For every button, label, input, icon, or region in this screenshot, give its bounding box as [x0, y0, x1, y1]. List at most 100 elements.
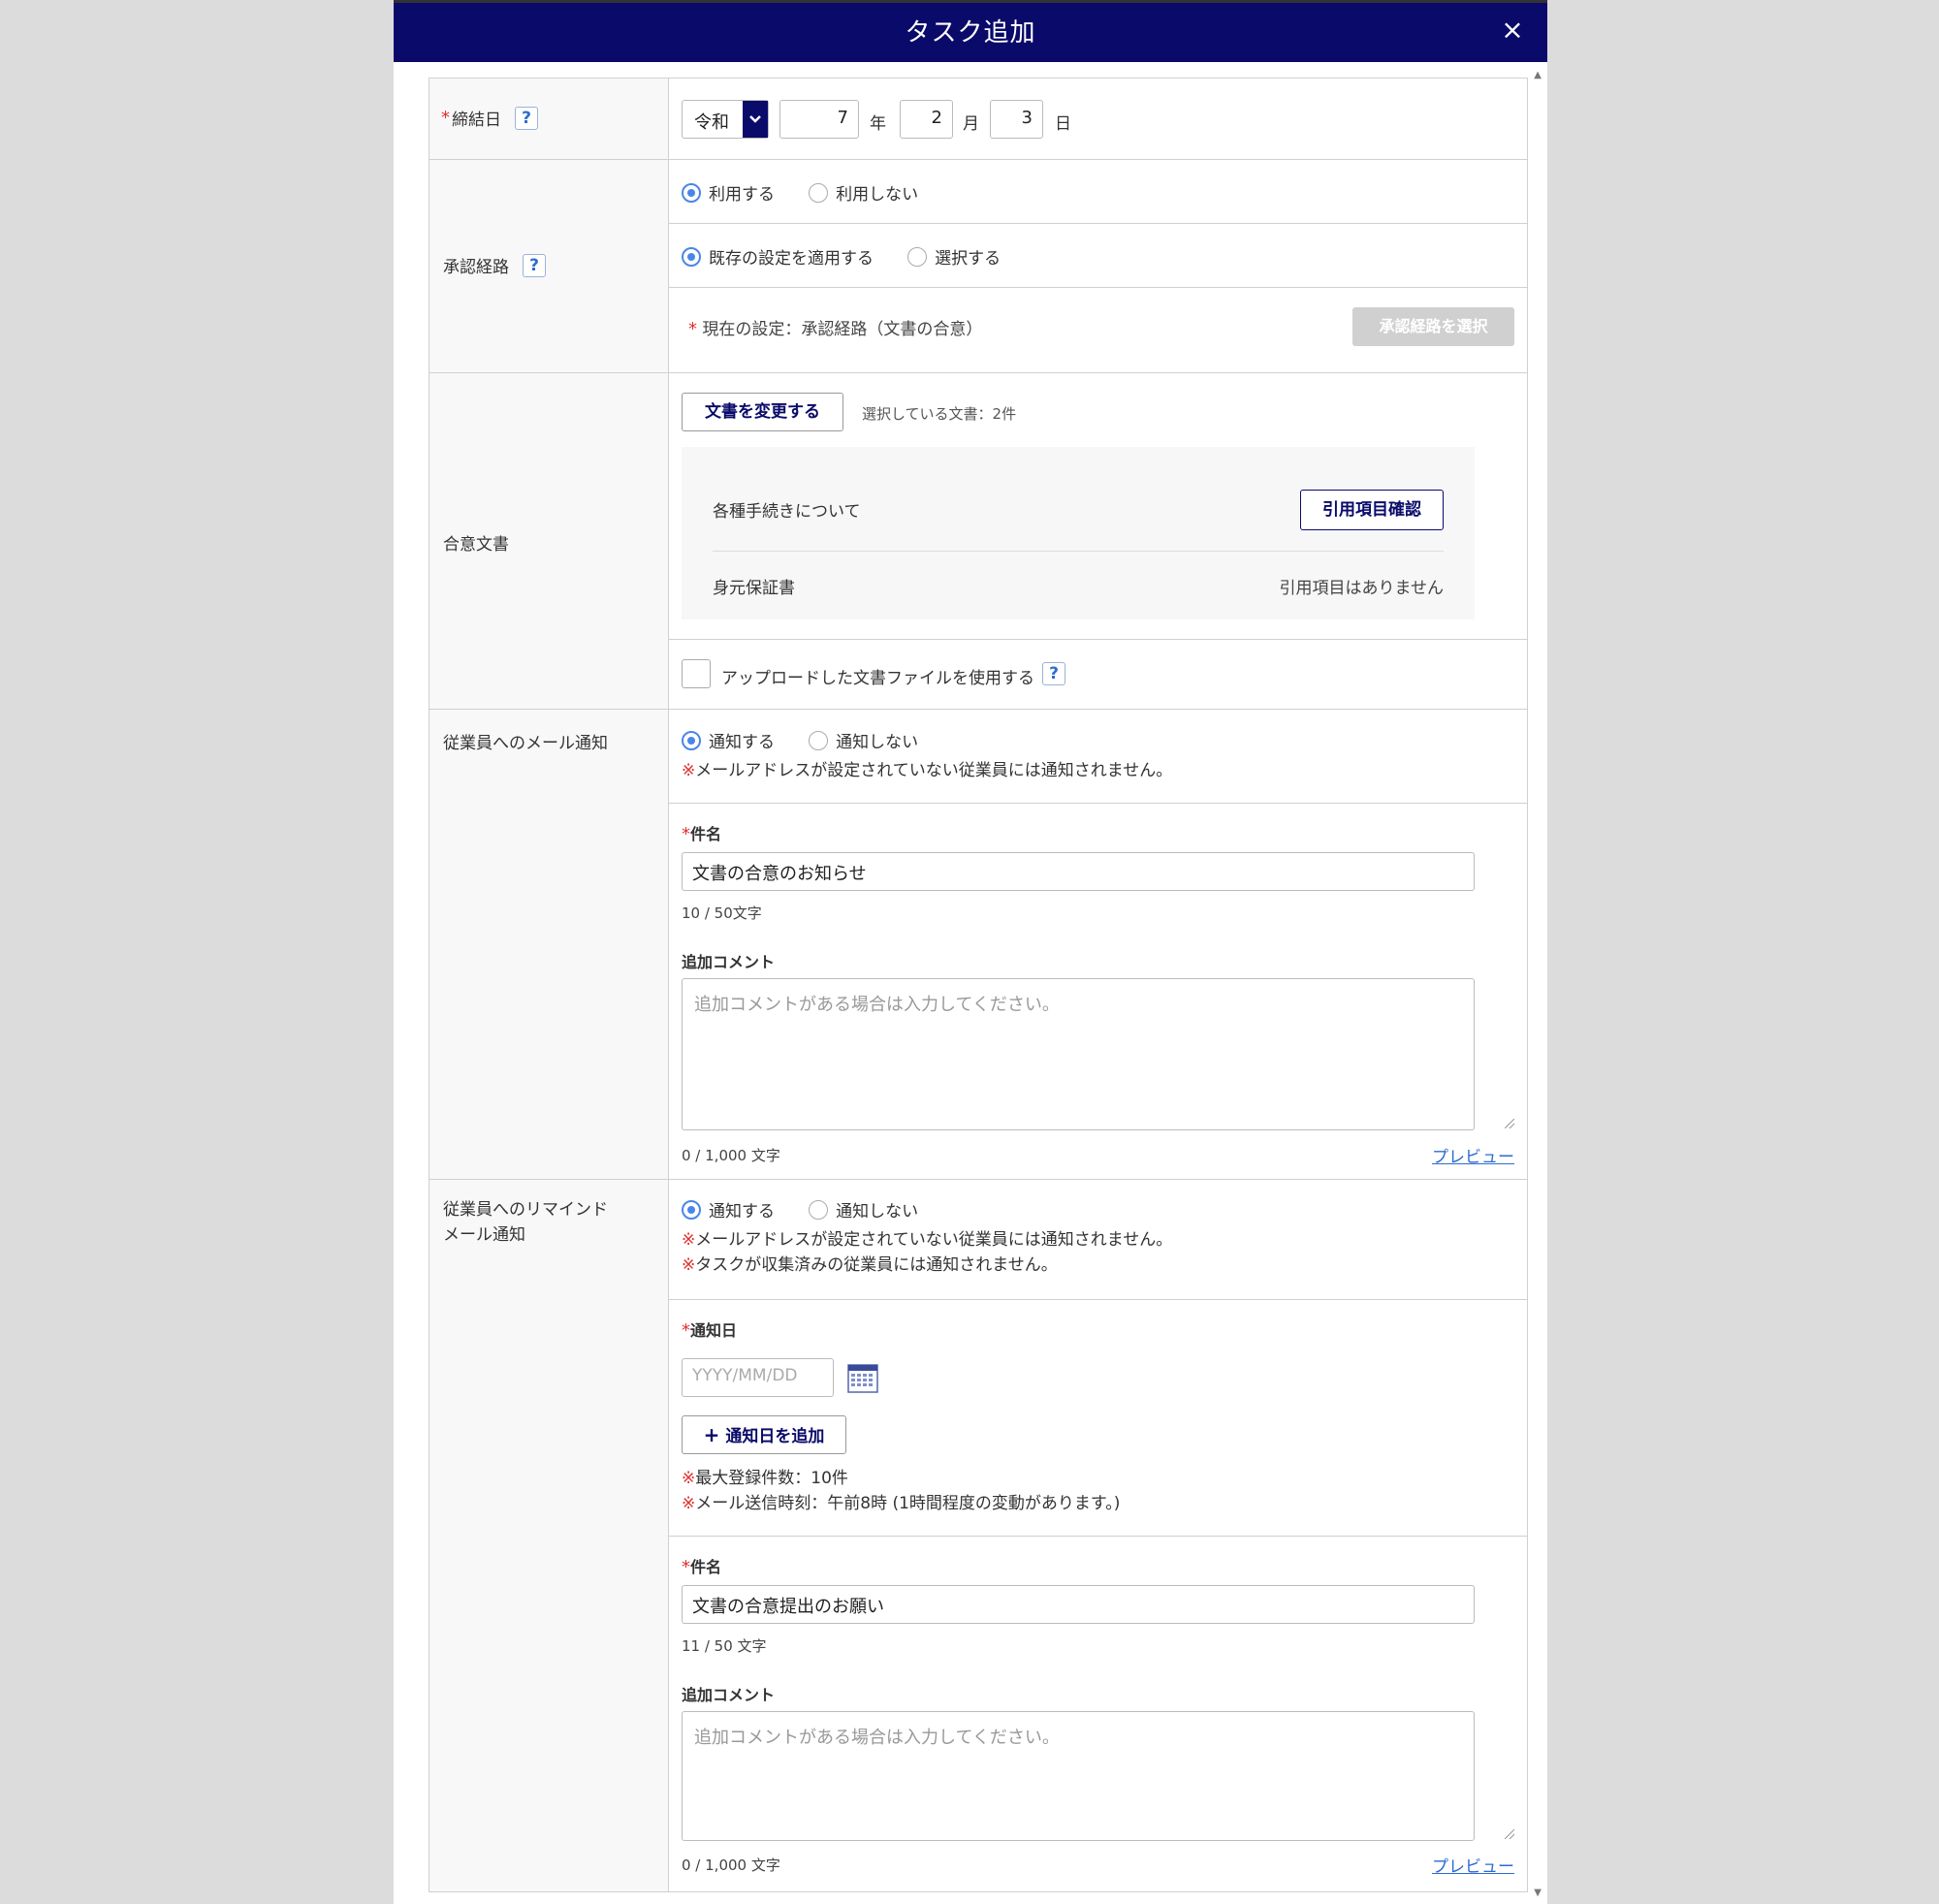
mail-notify-radio[interactable]: 通知する — [682, 728, 775, 752]
approval-route-group: 既存の設定を適用する 選択する — [669, 224, 1527, 288]
documents-label: 合意文書 — [443, 535, 509, 555]
radio-dot — [809, 1199, 829, 1220]
add-notify-date-button[interactable]: + 通知日を追加 — [682, 1415, 846, 1454]
remind-notice-row: 従業員へのリマインド メール通知 通知する 通知しない ※メールアドレスが設定さ… — [429, 1180, 1527, 1891]
approval-label-cell: 承認経路 ? — [429, 160, 669, 372]
remind-content-group: *件名 文書の合意提出のお願い 11 / 50 文字 追加コメント 追加コメント… — [669, 1537, 1527, 1891]
day-input[interactable]: 3 — [990, 100, 1043, 139]
close-button[interactable]: × — [1495, 13, 1530, 48]
radio-label: 利用する — [709, 185, 775, 205]
notify-date-input[interactable]: YYYY/MM/DD — [682, 1358, 834, 1397]
radio-dot — [682, 1199, 701, 1220]
radio-label: 通知する — [709, 1202, 775, 1222]
deadline-value-cell: 令和 7 年 2 月 3 日 — [669, 79, 1527, 159]
radio-dot — [682, 730, 701, 750]
note-text: メールアドレスが設定されていない従業員には通知されません。 — [695, 1230, 1173, 1250]
mail-subject-input[interactable]: 文書の合意のお知らせ — [682, 852, 1475, 891]
task-add-modal: タスク追加 × ▲ ▼ * 締結日 ? 令和 7 年 2 月 3 日 承認経路 … — [394, 0, 1547, 1904]
remind-comment-textarea[interactable]: 追加コメントがある場合は入力してください。 — [682, 1711, 1475, 1841]
upload-file-label: アップロードした文書ファイルを使用する — [721, 669, 1034, 688]
approval-use-group: 利用する 利用しない — [669, 160, 1527, 224]
remind-notify-radio[interactable]: 通知する — [682, 1197, 775, 1222]
comment-char-counter: 0 / 1,000 文字 — [682, 1147, 780, 1164]
mail-notice-label: 従業員へのメール通知 — [443, 734, 608, 753]
remind-notice-label-line2: メール通知 — [443, 1225, 525, 1245]
remind-notice-label-cell: 従業員へのリマインド メール通知 — [429, 1180, 669, 1891]
remind-preview-link[interactable]: プレビュー — [1432, 1853, 1514, 1877]
deadline-label-cell: * 締結日 ? — [429, 79, 669, 159]
remind-option-group: 通知する 通知しない ※メールアドレスが設定されていない従業員には通知されません… — [669, 1180, 1527, 1300]
mail-preview-link[interactable]: プレビュー — [1432, 1143, 1514, 1167]
mail-notice-note: ※メールアドレスが設定されていない従業員には通知されません。 — [682, 758, 1172, 783]
subject-field-label: *件名 — [682, 821, 721, 844]
note-mark: ※ — [682, 1255, 696, 1275]
approval-current-setting: 現在の設定：承認経路（文書の合意） — [702, 320, 983, 339]
radio-dot — [907, 246, 928, 267]
mail-notice-value-cell: 通知する 通知しない ※メールアドレスが設定されていない従業員には通知されません… — [669, 710, 1527, 1179]
documents-list: 各種手続きについて 引用項目確認 身元保証書 引用項目はありません — [682, 447, 1475, 619]
list-item: 各種手続きについて 引用項目確認 — [713, 447, 1444, 552]
day-unit: 日 — [1055, 114, 1071, 134]
subject-label: 件名 — [690, 1558, 722, 1576]
note-text: メールアドレスが設定されていない従業員には通知されません。 — [695, 761, 1173, 780]
note-mark: ※ — [682, 1469, 696, 1488]
radio-label: 通知しない — [836, 1202, 919, 1222]
upload-file-checkbox[interactable] — [682, 659, 711, 688]
note-mark: ※ — [682, 761, 696, 780]
document-name: 身元保証書 — [713, 579, 795, 598]
resize-handle-icon[interactable] — [1505, 1119, 1514, 1128]
documents-value-cell: 文書を変更する 選択している文書：2件 各種手続きについて 引用項目確認 身元保… — [669, 373, 1527, 709]
radio-dot — [682, 246, 701, 267]
question-icon[interactable]: ? — [523, 253, 546, 277]
mail-no-notify-radio[interactable]: 通知しない — [809, 728, 918, 752]
required-mark: * — [688, 319, 697, 339]
resize-handle-icon[interactable] — [1505, 1829, 1514, 1839]
approval-current-group: * 現在の設定：承認経路（文書の合意） 承認経路を選択 — [669, 288, 1527, 373]
era-select[interactable]: 令和 — [682, 100, 769, 139]
approval-select-radio[interactable]: 選択する — [907, 244, 1001, 269]
approval-use-radio[interactable]: 利用する — [682, 180, 775, 205]
remind-notice-label: 従業員へのリマインド — [443, 1200, 608, 1220]
add-notify-date-label: 通知日を追加 — [725, 1427, 825, 1446]
mail-notice-option-group: 通知する 通知しない ※メールアドレスが設定されていない従業員には通知されません… — [669, 710, 1527, 804]
approval-existing-radio[interactable]: 既存の設定を適用する — [682, 244, 874, 269]
mail-notice-row: 従業員へのメール通知 通知する 通知しない ※メールアドレスが設定されていない従… — [429, 710, 1527, 1180]
radio-label: 通知しない — [836, 733, 919, 752]
modal-body[interactable]: ▲ ▼ * 締結日 ? 令和 7 年 2 月 3 日 承認経路 ? 利用する 利… — [394, 62, 1547, 1904]
radio-dot — [809, 730, 829, 750]
subject-char-counter: 10 / 50文字 — [682, 904, 762, 922]
upload-option-group: アップロードした文書ファイルを使用する ? — [669, 640, 1527, 709]
remind-date-note: ※メール送信時刻：午前8時 (1時間程度の変動があります。) — [682, 1491, 1120, 1516]
note-text: メール送信時刻：午前8時 (1時間程度の変動があります。) — [695, 1494, 1121, 1513]
scroll-down-arrow-icon[interactable]: ▼ — [1534, 1888, 1542, 1898]
change-documents-button[interactable]: 文書を変更する — [682, 393, 843, 431]
radio-label: 通知する — [709, 733, 775, 752]
month-input[interactable]: 2 — [900, 100, 953, 139]
plus-icon: + — [703, 1423, 720, 1446]
chevron-down-icon — [743, 101, 768, 138]
era-select-value: 令和 — [694, 112, 729, 133]
remind-subject-input[interactable]: 文書の合意提出のお願い — [682, 1585, 1475, 1624]
approval-value-cell: 利用する 利用しない 既存の設定を適用する 選択する * 現在の設定：承認経路（… — [669, 160, 1527, 372]
approval-not-use-radio[interactable]: 利用しない — [809, 180, 918, 205]
remind-note: ※メールアドレスが設定されていない従業員には通知されません。 — [682, 1227, 1172, 1253]
deadline-row: * 締結日 ? 令和 7 年 2 月 3 日 — [429, 79, 1527, 160]
scroll-up-arrow-icon[interactable]: ▲ — [1534, 70, 1542, 80]
subject-field-label: *件名 — [682, 1554, 721, 1577]
mail-comment-textarea[interactable]: 追加コメントがある場合は入力してください。 — [682, 978, 1475, 1130]
note-mark: ※ — [682, 1230, 696, 1250]
required-mark: * — [682, 1557, 690, 1577]
required-mark: * — [441, 108, 450, 128]
approval-label: 承認経路 — [443, 258, 509, 277]
year-input[interactable]: 7 — [779, 100, 859, 139]
required-mark: * — [682, 1320, 690, 1341]
question-icon[interactable]: ? — [515, 106, 538, 130]
check-quoted-items-button[interactable]: 引用項目確認 — [1300, 490, 1444, 530]
calendar-icon[interactable] — [847, 1364, 878, 1393]
quoted-items-status: 引用項目はありません — [1279, 579, 1445, 598]
select-approval-route-button[interactable]: 承認経路を選択 — [1352, 307, 1514, 346]
remind-no-notify-radio[interactable]: 通知しない — [809, 1197, 918, 1222]
task-form: * 締結日 ? 令和 7 年 2 月 3 日 承認経路 ? 利用する 利用しない… — [429, 78, 1528, 1892]
notify-date-label: 通知日 — [690, 1321, 738, 1340]
question-icon[interactable]: ? — [1042, 662, 1065, 685]
